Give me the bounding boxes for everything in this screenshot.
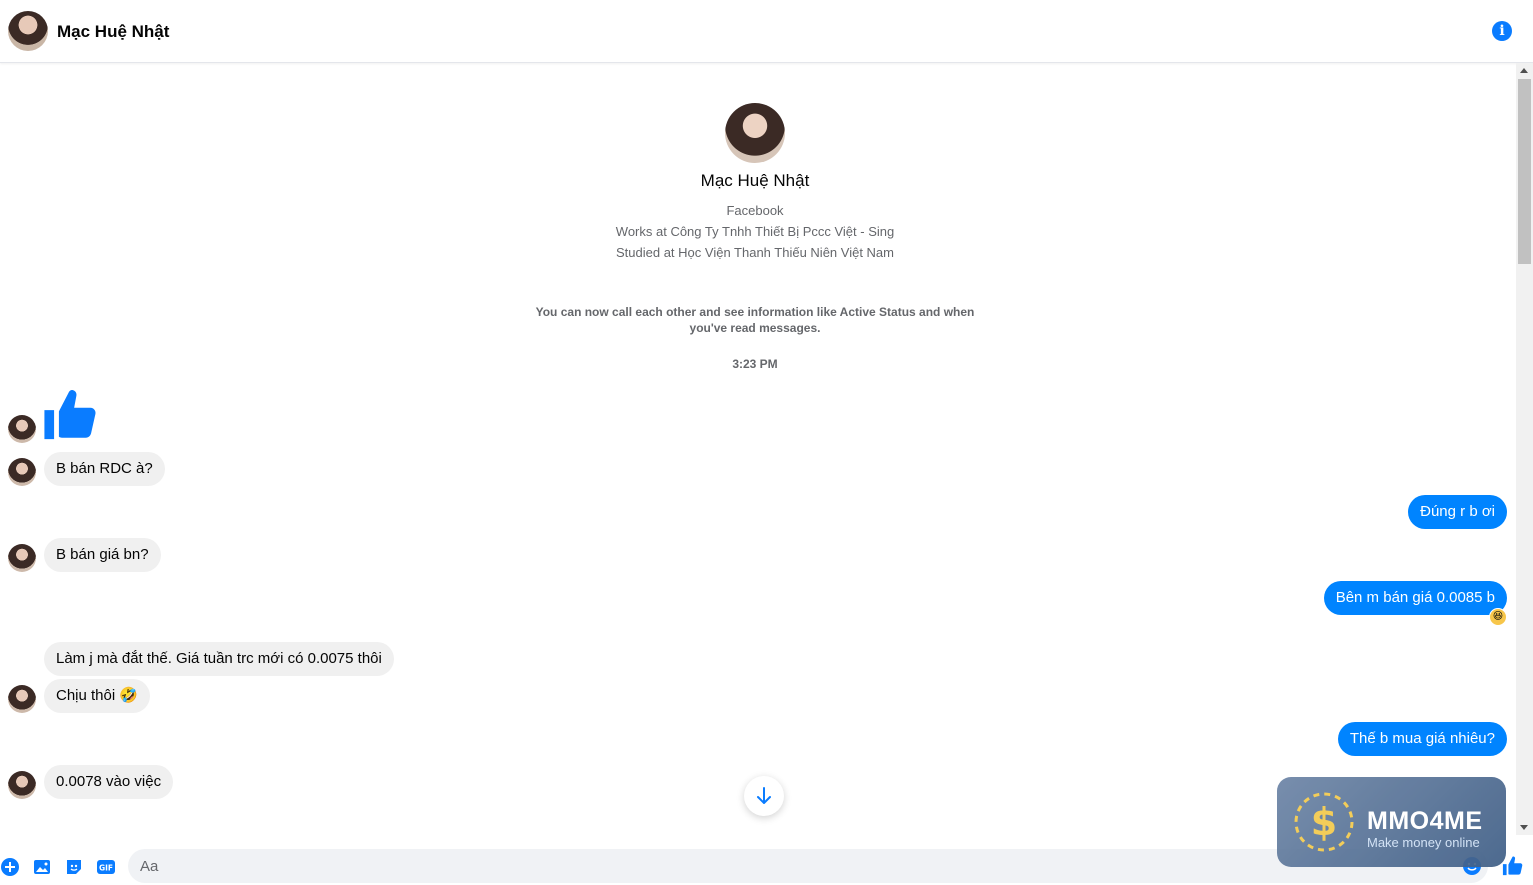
watermark-brand: MMO4ME <box>1367 807 1483 835</box>
profile-work: Works at Công Ty Tnhh Thiết Bị Pccc Việt… <box>615 224 895 239</box>
sender-avatar[interactable] <box>8 544 36 572</box>
sticker-icon[interactable] <box>64 857 84 877</box>
message-incoming[interactable]: Chịu thôi 🤣 <box>44 679 151 713</box>
like-sticker-icon[interactable] <box>42 386 100 444</box>
sender-avatar[interactable] <box>8 415 36 443</box>
sender-avatar[interactable] <box>8 685 36 713</box>
dollar-logo-icon: $ <box>1294 792 1354 852</box>
profile-avatar[interactable] <box>725 103 785 163</box>
sender-avatar[interactable] <box>8 458 36 486</box>
watermark-tagline: Make money online <box>1367 835 1480 850</box>
message-outgoing[interactable]: Đúng r b ơi <box>1408 495 1507 529</box>
profile-education: Studied at Học Viện Thanh Thiếu Niên Việ… <box>616 245 894 260</box>
message-timestamp: 3:23 PM <box>732 357 778 371</box>
scroll-up-arrow-icon[interactable] <box>1520 68 1528 73</box>
contact-name[interactable]: Mạc Huệ Nhật <box>57 22 169 42</box>
like-icon[interactable] <box>1502 855 1524 877</box>
message-incoming[interactable]: Làm j mà đắt thế. Giá tuần trc mới có 0.… <box>44 642 394 676</box>
chat-header: Mạc Huệ Nhật i <box>0 0 1533 63</box>
contact-avatar[interactable] <box>8 11 48 51</box>
svg-text:GIF: GIF <box>99 864 113 873</box>
info-icon[interactable]: i <box>1492 21 1512 41</box>
scroll-to-bottom-button[interactable] <box>744 776 784 816</box>
plus-icon[interactable] <box>0 857 20 877</box>
sender-avatar[interactable] <box>8 771 36 799</box>
message-incoming[interactable]: B bán RDC à? <box>44 452 165 486</box>
watermark-logo: $ MMO4ME Make money online <box>1277 777 1506 867</box>
message-outgoing[interactable]: Thế b mua giá nhiêu? <box>1337 722 1507 756</box>
scrollbar[interactable] <box>1516 63 1533 835</box>
svg-text:$: $ <box>1311 800 1337 844</box>
message-incoming[interactable]: B bán giá bn? <box>44 538 161 572</box>
profile-name: Mạc Huệ Nhật <box>700 171 810 190</box>
gif-icon[interactable]: GIF <box>96 857 116 877</box>
connection-notice: You can now call each other and see info… <box>535 305 975 335</box>
arrow-down-icon <box>757 787 771 804</box>
profile-platform: Facebook <box>726 203 784 218</box>
scroll-down-arrow-icon[interactable] <box>1520 825 1528 830</box>
laughing-emoji-icon[interactable]: 😆 <box>1489 608 1507 626</box>
message-incoming[interactable]: 0.0078 vào việc <box>44 765 174 799</box>
photo-icon[interactable] <box>32 857 52 877</box>
message-outgoing[interactable]: Bên m bán giá 0.0085 b <box>1323 581 1507 615</box>
scrollbar-thumb[interactable] <box>1518 79 1531 264</box>
